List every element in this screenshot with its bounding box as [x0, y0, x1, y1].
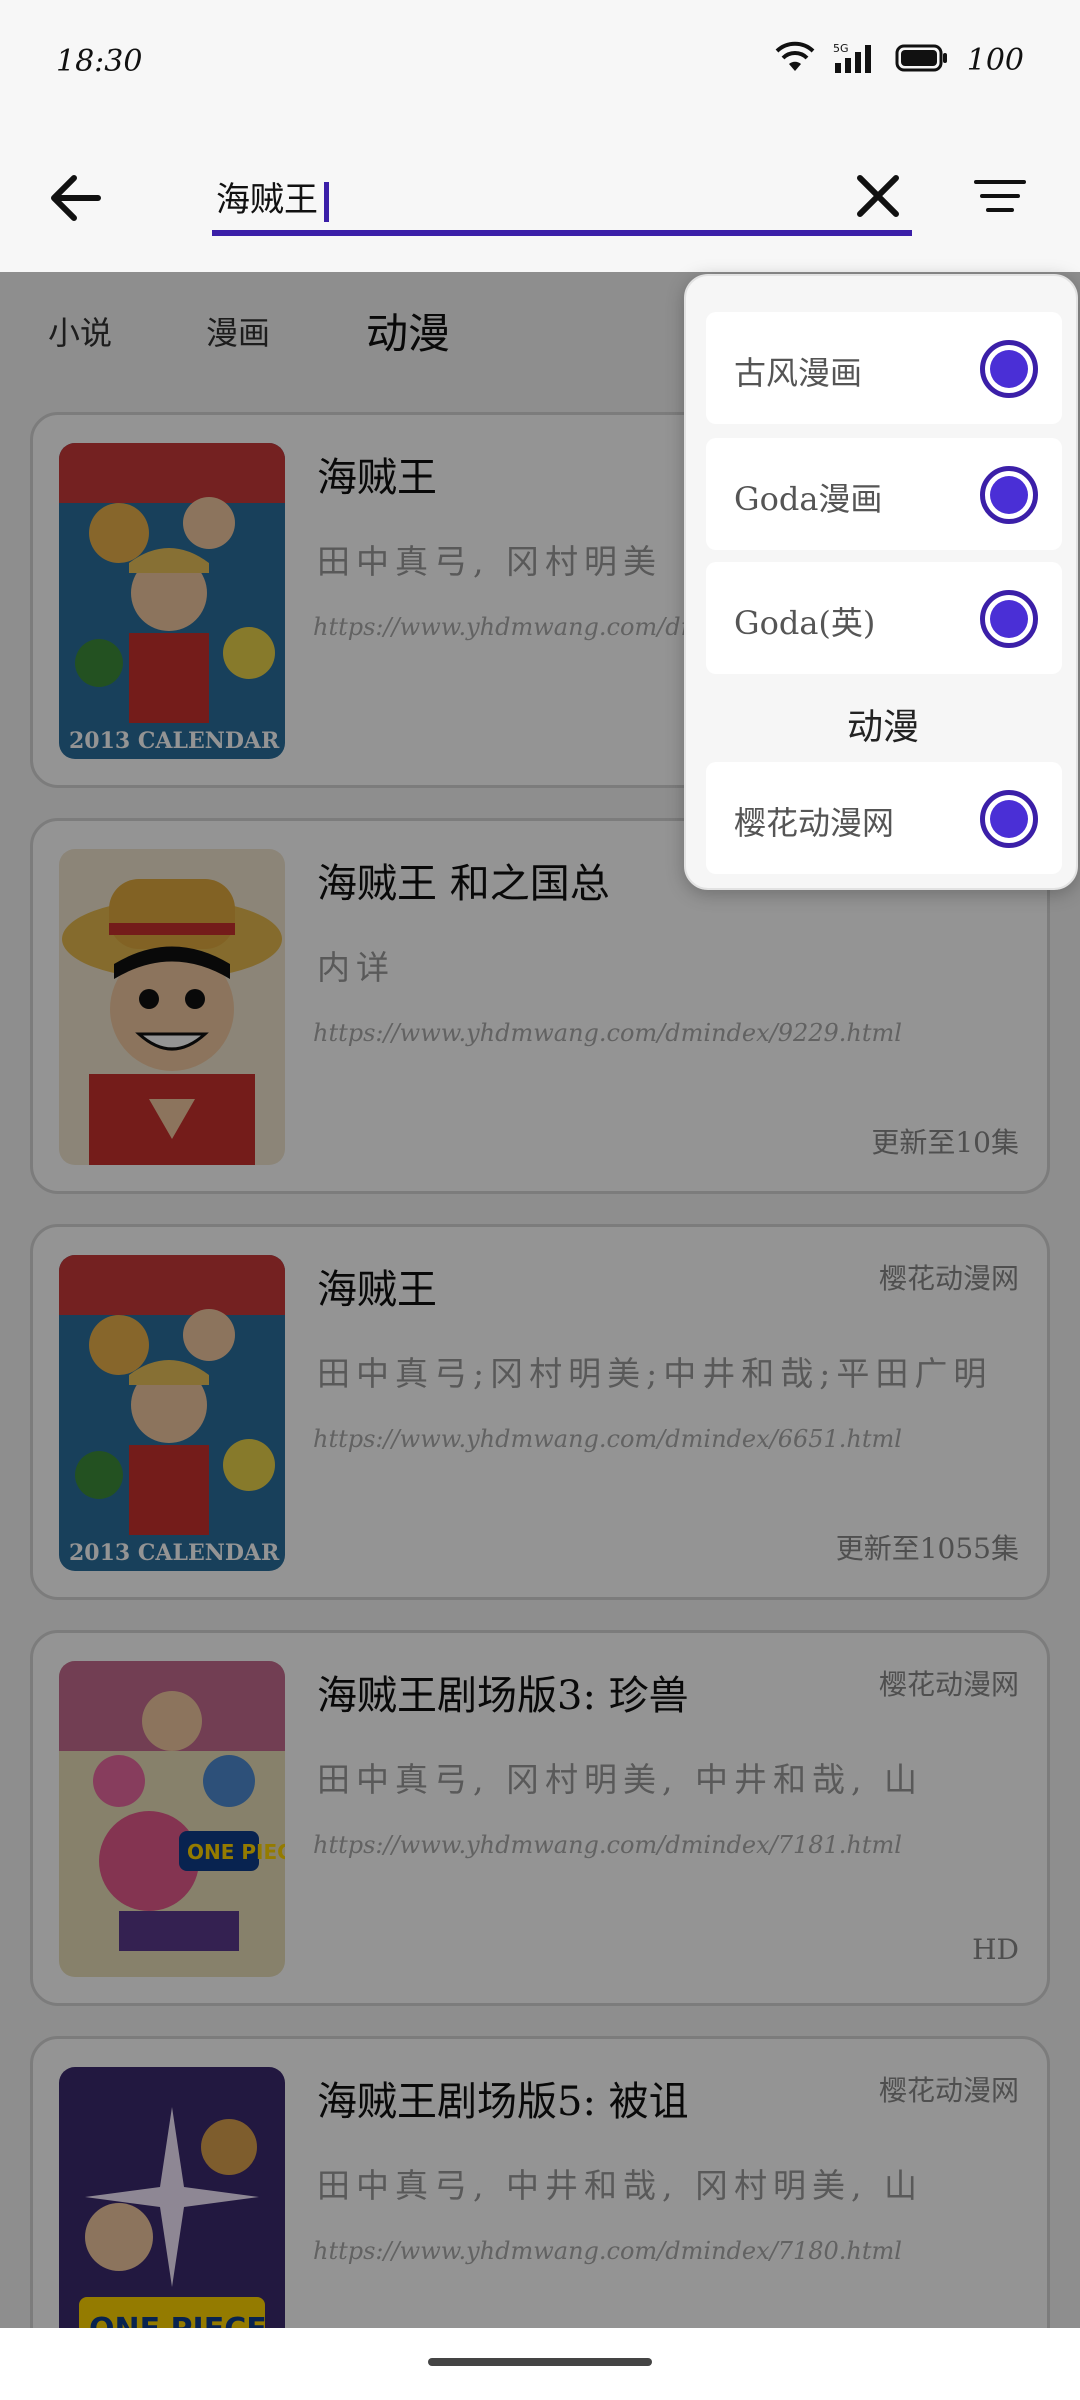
source-option[interactable]: Goda(英) — [706, 562, 1062, 674]
wifi-icon — [775, 41, 815, 79]
status-time: 18:30 — [56, 44, 143, 79]
status-bar: 18:30 5G 100 — [0, 0, 1080, 130]
battery-icon — [895, 43, 949, 77]
arrow-left-icon — [51, 175, 101, 221]
system-nav-bar — [0, 2328, 1080, 2400]
radio-selected-icon[interactable] — [980, 466, 1038, 524]
home-indicator[interactable] — [428, 2358, 652, 2366]
source-option-label: 樱花动漫网 — [734, 804, 895, 842]
search-toolbar: 海贼王 — [0, 130, 1080, 272]
filter-icon — [974, 180, 1026, 212]
search-input[interactable]: 海贼王 — [212, 160, 912, 236]
text-cursor — [324, 182, 329, 222]
clear-search-button[interactable] — [848, 166, 908, 226]
radio-selected-icon[interactable] — [980, 790, 1038, 848]
source-option[interactable]: 古风漫画 — [706, 312, 1062, 424]
filter-menu-button[interactable] — [968, 166, 1032, 226]
source-option-label: Goda(英) — [734, 604, 876, 642]
svg-text:5G: 5G — [833, 42, 849, 55]
close-icon — [857, 175, 899, 217]
radio-selected-icon[interactable] — [980, 590, 1038, 648]
source-option[interactable]: 樱花动漫网 — [706, 762, 1062, 874]
battery-level: 100 — [966, 42, 1024, 78]
search-query-text: 海贼王 — [216, 172, 329, 222]
status-icons: 5G 100 — [775, 40, 1024, 80]
popup-section-header: 动漫 — [846, 707, 919, 748]
source-filter-popup: 古风漫画 Goda漫画 Goda(英) 动漫 樱花动漫网 — [684, 274, 1078, 890]
back-button[interactable] — [40, 160, 116, 236]
source-option-label: Goda漫画 — [734, 480, 883, 518]
cellular-signal-icon: 5G — [833, 41, 877, 79]
radio-selected-icon[interactable] — [980, 340, 1038, 398]
source-option-label: 古风漫画 — [734, 354, 863, 392]
source-option[interactable]: Goda漫画 — [706, 438, 1062, 550]
